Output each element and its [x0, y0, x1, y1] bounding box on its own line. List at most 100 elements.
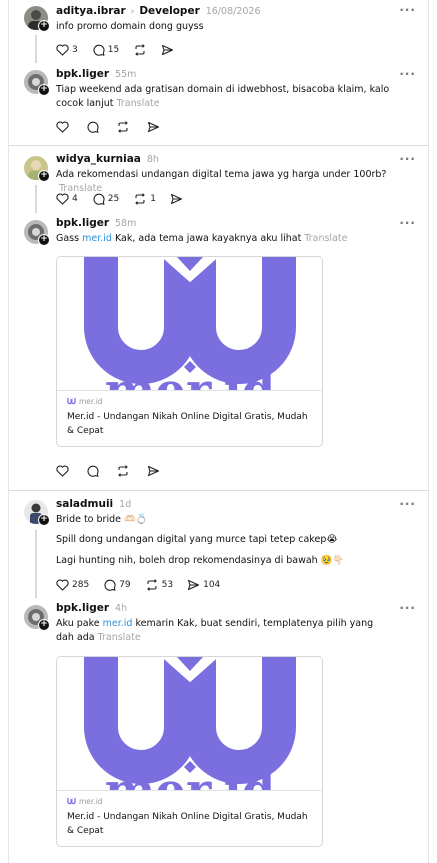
post-text-body: Tiap weekend ada gratisan domain di idwe…	[56, 84, 390, 109]
card-title: Mer.id - Undangan Nikah Online Digital G…	[67, 812, 308, 836]
more-horizontal-icon[interactable]: ···	[399, 67, 416, 81]
card-title: Mer.id - Undangan Nikah Online Digital G…	[67, 412, 308, 436]
share-button[interactable]	[147, 121, 160, 133]
follow-plus-icon[interactable]: +	[38, 20, 50, 32]
repost-button[interactable]: 1	[133, 193, 156, 205]
card-domain: mer.id	[67, 797, 312, 806]
share-button[interactable]	[147, 465, 160, 477]
repost-icon	[146, 579, 157, 591]
post-text: info promo domain dong guyss	[56, 21, 204, 32]
like-count: 3	[72, 45, 78, 55]
thread-line	[35, 35, 37, 63]
card-domain-text: mer.id	[79, 797, 103, 806]
send-icon	[147, 121, 160, 133]
divider	[9, 145, 428, 146]
username[interactable]: widya_kurniaa	[56, 153, 141, 165]
heart-icon	[56, 44, 69, 56]
comment-icon	[93, 44, 105, 56]
like-button[interactable]: 285	[56, 579, 89, 591]
repost-button[interactable]	[133, 44, 147, 56]
post-header: bpk.liger 55m	[56, 68, 136, 80]
post-text: Tiap weekend ada gratisan domain di idwe…	[56, 83, 408, 111]
post-text: Aku pake mer.id kemarin Kak, buat sendir…	[56, 617, 386, 645]
repost-icon	[118, 465, 128, 477]
action-bar	[56, 464, 174, 478]
reply-button[interactable]	[86, 121, 99, 133]
send-icon	[162, 44, 174, 56]
more-horizontal-icon[interactable]: ···	[399, 497, 416, 511]
comment-icon	[93, 193, 105, 205]
more-horizontal-icon[interactable]: ···	[399, 601, 416, 615]
reply-button[interactable]	[86, 465, 99, 477]
post-text-line: Bride to bride 🫶🏻💍	[56, 514, 148, 525]
post-header: widya_kurniaa 8h	[56, 153, 159, 165]
like-count: 4	[72, 194, 78, 204]
reply-count: 15	[107, 45, 120, 55]
follow-plus-icon[interactable]: +	[38, 170, 50, 182]
community-name[interactable]: Developer	[139, 5, 199, 17]
repost-button[interactable]: 53	[145, 579, 173, 591]
post-header: bpk.liger 58m	[56, 217, 136, 229]
more-horizontal-icon[interactable]: ···	[399, 152, 416, 166]
card-domain-text: mer.id	[79, 397, 103, 406]
share-count: 104	[203, 580, 221, 590]
svg-text:mer.id: mer.id	[105, 363, 276, 391]
repost-icon	[118, 121, 128, 133]
username[interactable]: bpk.liger	[56, 602, 109, 614]
reply-count: 25	[107, 194, 120, 204]
timestamp: 8h	[146, 154, 159, 165]
post-link[interactable]: mer.id	[103, 618, 133, 629]
send-icon	[147, 465, 160, 477]
translate-link[interactable]: Translate	[304, 233, 347, 244]
merid-favicon-icon	[67, 798, 76, 805]
follow-plus-icon[interactable]: +	[38, 514, 50, 526]
username[interactable]: aditya.ibrar	[56, 5, 126, 17]
reply-button[interactable]: 15	[92, 44, 119, 56]
link-preview-card[interactable]: mer.id mer.id Mer.id - Undangan Nikah On…	[56, 256, 323, 447]
like-button[interactable]	[56, 121, 69, 133]
like-button[interactable]: 3	[56, 44, 78, 56]
action-bar	[56, 120, 174, 134]
action-bar: 4 25 1	[56, 192, 197, 206]
post-header: aditya.ibrar › Developer 16/08/2026	[56, 5, 261, 17]
comment-icon	[104, 579, 116, 591]
link-preview-card[interactable]: mer.id mer.id Mer.id - Undangan Nikah On…	[56, 656, 323, 847]
username[interactable]: bpk.liger	[56, 68, 109, 80]
like-button[interactable]	[56, 465, 69, 477]
repost-count: 53	[161, 580, 174, 590]
feed: + aditya.ibrar › Developer 16/08/2026 ··…	[8, 0, 429, 863]
like-button[interactable]: 4	[56, 193, 78, 205]
post-link[interactable]: mer.id	[82, 233, 112, 244]
post-text-line: Lagi hunting nih, boleh drop rekomendasi…	[56, 555, 345, 566]
username[interactable]: saladmuii	[56, 498, 113, 510]
post-text-body: Aku pake	[56, 618, 103, 629]
thread-line	[35, 185, 37, 213]
more-horizontal-icon[interactable]: ···	[399, 3, 416, 17]
merid-favicon-icon	[67, 398, 76, 405]
timestamp: 58m	[115, 218, 137, 229]
username[interactable]: bpk.liger	[56, 217, 109, 229]
post-header: bpk.liger 4h	[56, 602, 127, 614]
repost-button[interactable]	[116, 465, 130, 477]
follow-plus-icon[interactable]: +	[38, 619, 50, 631]
share-button[interactable]	[170, 193, 183, 205]
share-button[interactable]	[161, 44, 174, 56]
share-button[interactable]: 104	[187, 579, 220, 591]
translate-link[interactable]: Translate	[116, 98, 159, 109]
chevron-right-icon: ›	[130, 7, 135, 17]
comment-icon	[87, 465, 99, 477]
repost-icon	[135, 193, 145, 205]
timestamp: 1d	[119, 499, 132, 510]
follow-plus-icon[interactable]: +	[38, 234, 50, 246]
post-text-line: Spill dong undangan digital yang murce t…	[56, 534, 338, 545]
action-bar: 3 15	[56, 43, 188, 57]
reply-button[interactable]: 79	[103, 579, 131, 591]
follow-plus-icon[interactable]: +	[38, 84, 50, 96]
translate-link[interactable]: Translate	[98, 632, 141, 643]
send-icon	[170, 193, 182, 205]
repost-button[interactable]	[116, 121, 130, 133]
more-horizontal-icon[interactable]: ···	[399, 216, 416, 230]
post-header: saladmuii 1d	[56, 498, 131, 510]
heart-icon	[56, 579, 69, 591]
reply-button[interactable]: 25	[92, 193, 119, 205]
